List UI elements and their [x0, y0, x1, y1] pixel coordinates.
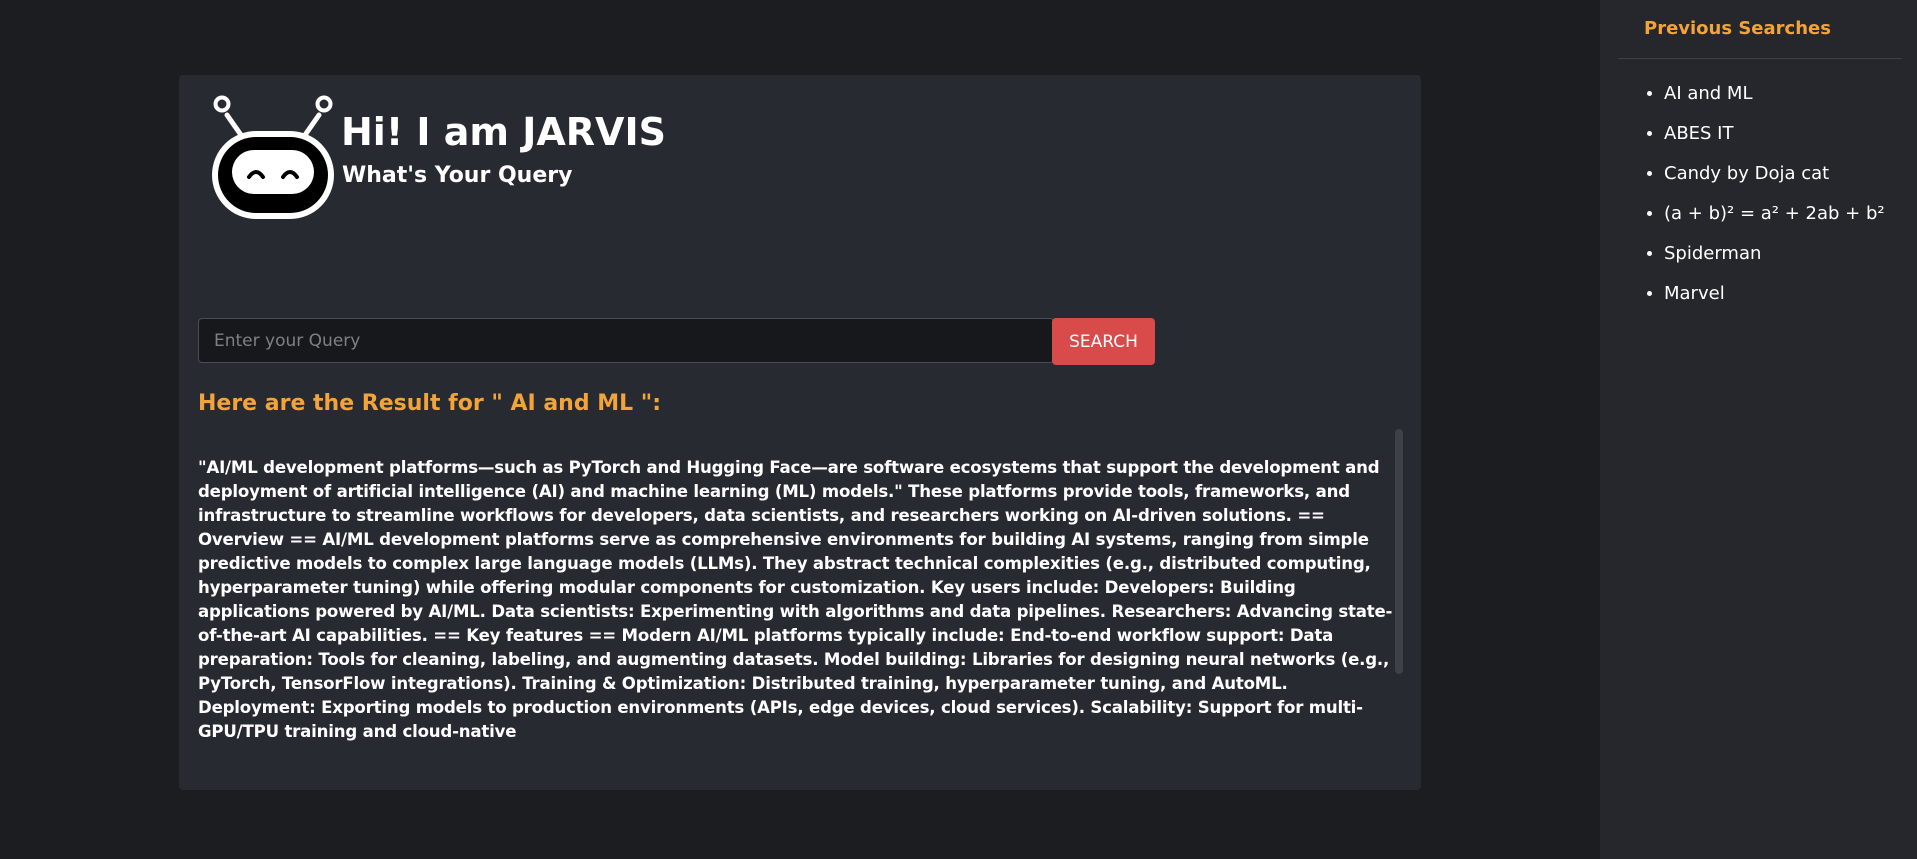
result-scrollbar[interactable] [1395, 429, 1403, 674]
sidebar-divider [1618, 58, 1902, 59]
previous-searches-sidebar: Previous Searches AI and ML ABES IT Cand… [1600, 0, 1917, 859]
search-button[interactable]: SEARCH [1052, 318, 1155, 365]
history-item[interactable]: Marvel [1664, 282, 1885, 322]
history-item[interactable]: (a + b)² = a² + 2ab + b² [1664, 202, 1885, 242]
history-item[interactable]: Candy by Doja cat [1664, 162, 1885, 202]
robot-icon [212, 95, 334, 219]
page-subtitle: What's Your Query [342, 163, 573, 188]
page-title: Hi! I am JARVIS [341, 110, 666, 154]
history-item[interactable]: ABES IT [1664, 122, 1885, 162]
search-bar: SEARCH [198, 318, 1155, 365]
result-heading: Here are the Result for " AI and ML ": [198, 391, 662, 416]
result-text: "AI/ML development platforms—such as PyT… [198, 458, 1393, 741]
app-page: Hi! I am JARVIS What's Your Query SEARCH… [0, 0, 1917, 859]
history-item[interactable]: Spiderman [1664, 242, 1885, 282]
sidebar-title: Previous Searches [1644, 18, 1831, 39]
result-panel: "AI/ML development platforms—such as PyT… [198, 429, 1408, 774]
header: Hi! I am JARVIS What's Your Query [205, 93, 905, 223]
query-input[interactable] [198, 318, 1054, 363]
history-list: AI and ML ABES IT Candy by Doja cat (a +… [1622, 82, 1885, 322]
main-card: Hi! I am JARVIS What's Your Query SEARCH… [179, 75, 1421, 790]
history-item[interactable]: AI and ML [1664, 82, 1885, 122]
